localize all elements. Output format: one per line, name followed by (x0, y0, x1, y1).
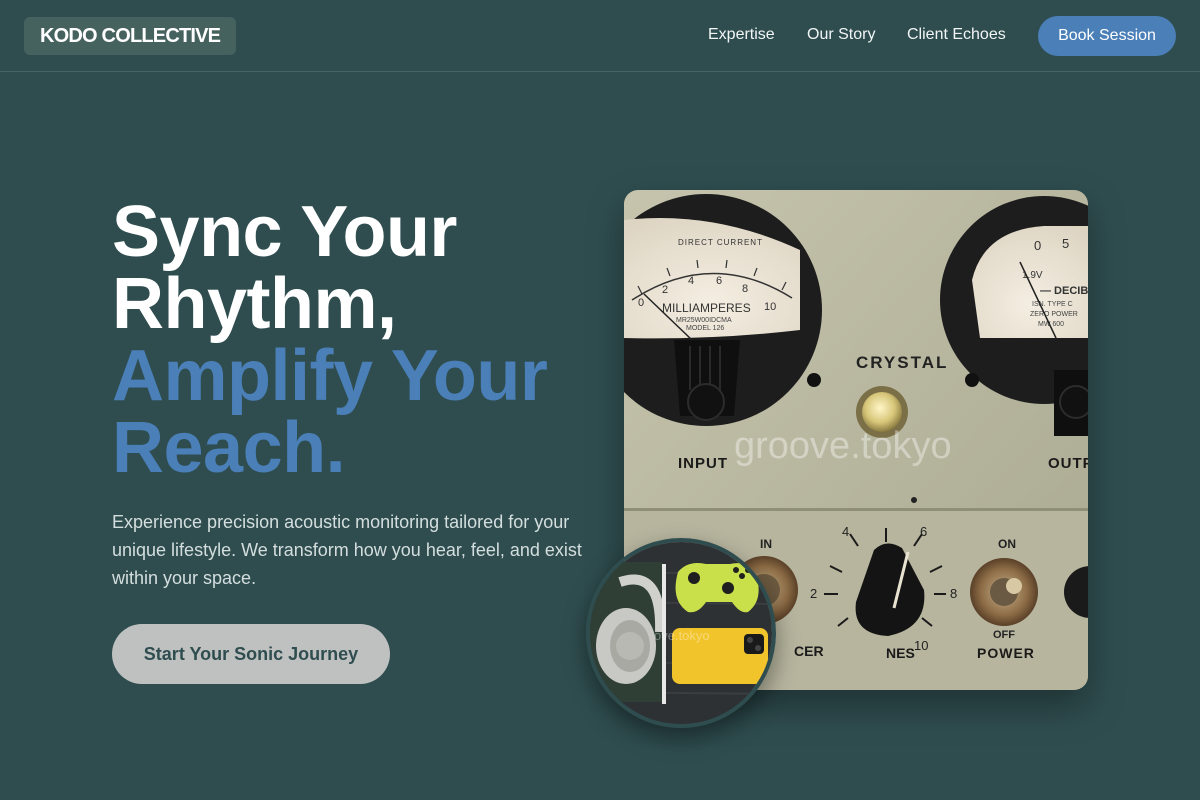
start-journey-button[interactable]: Start Your Sonic Journey (112, 624, 390, 684)
headline-line: Rhythm, (112, 264, 397, 344)
label-power: POWER (977, 645, 1035, 661)
nav-link-client-echoes[interactable]: Client Echoes (907, 26, 1006, 44)
headline-accent-line: Amplify Your (112, 336, 548, 416)
label-off: OFF (993, 629, 1015, 641)
dial-4: 4 (842, 524, 849, 539)
scale-6: 6 (716, 275, 722, 287)
meter-left-top-label: DIRECT CURRENT (678, 238, 763, 247)
headline-accent-line: Reach. (112, 408, 346, 488)
meter-left-unit: MILLIAMPERES (662, 301, 751, 315)
scale-0: 0 (638, 297, 644, 309)
hero-headline: Sync Your Rhythm, Amplify Your Reach. (112, 196, 592, 484)
label-output: OUTP (1048, 455, 1088, 472)
book-session-button[interactable]: Book Session (1038, 16, 1176, 56)
meter-right-line1: ISN. TYPE C (1032, 301, 1073, 308)
dial-2: 2 (810, 586, 817, 601)
image-watermark: groove.tokyo (734, 425, 952, 467)
label-on: ON (998, 537, 1016, 551)
inset-image-gadgets: ove.tokyo (586, 538, 776, 728)
meter-right-0: 0 (1034, 238, 1041, 253)
hero-description: Experience precision acoustic monitoring… (112, 512, 582, 588)
site-header: KODO COLLECTIVE Expertise Our Story Clie… (0, 0, 1200, 72)
label-crystal: CRYSTAL (856, 353, 948, 372)
dial-6: 6 (920, 524, 927, 539)
brand-logo[interactable]: KODO COLLECTIVE (24, 17, 237, 55)
label-input: INPUT (678, 455, 728, 472)
meter-left-model-2: MODEL 126 (686, 325, 724, 332)
scale-2: 2 (662, 284, 668, 296)
dial-10: 10 (914, 638, 928, 653)
headline-line: Sync Your (112, 192, 457, 272)
nav-link-our-story[interactable]: Our Story (807, 26, 875, 44)
scale-4: 4 (688, 275, 694, 287)
inset-watermark: ove.tokyo (654, 628, 710, 643)
scale-10: 10 (764, 301, 776, 313)
dial-8: 8 (950, 586, 957, 601)
meter-right-5: 5 (1062, 236, 1069, 251)
meter-right-line2: ZERO POWER (1030, 311, 1078, 318)
scale-8: 8 (742, 283, 748, 295)
label-nes: NES (886, 645, 915, 661)
nav-link-expertise[interactable]: Expertise (708, 26, 775, 44)
label-in: IN (760, 537, 772, 551)
label-cer: CER (794, 643, 824, 659)
meter-left-model: MR25W00IDCMA (676, 317, 732, 324)
meter-right-unit: — DECIB (1040, 285, 1088, 297)
